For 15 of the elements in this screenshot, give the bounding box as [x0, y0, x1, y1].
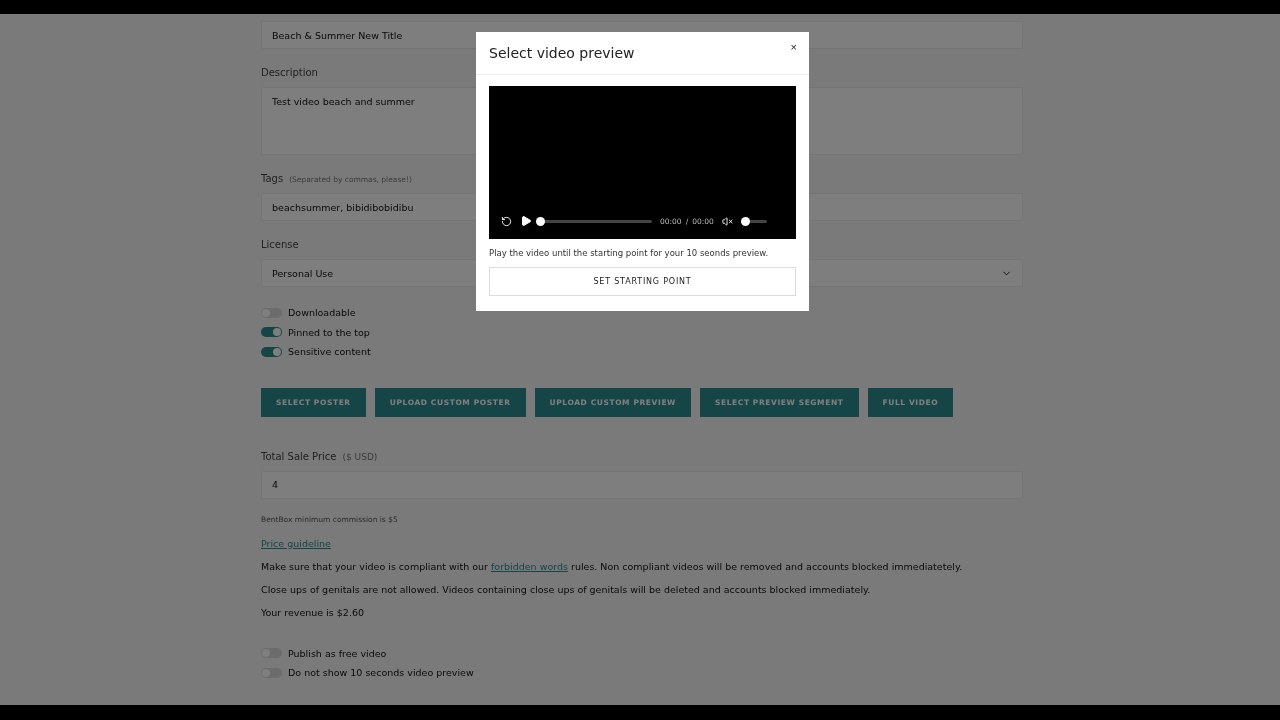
modal-title: Select video preview [489, 45, 635, 61]
instruction-text: Play the video until the starting point for your 10 seonds preview. [489, 248, 770, 258]
toggle-label: Downloadable [288, 307, 356, 319]
notice-text: Your revenue is $2.60 [261, 606, 366, 618]
field-label: Total Sale Price [261, 450, 337, 462]
unit-label: ($ USD) [342, 451, 378, 462]
notice-text: Make sure that your video is compliant with our forbidden words rules. Non compliant videos will be removed and accounts blocked immediatetely. [261, 560, 964, 572]
toggle-label: Pinned to the top [288, 326, 370, 338]
toggle-label: Publish as free video [288, 647, 387, 659]
toggle-label: Sensitive content [288, 346, 371, 358]
field-label: License [261, 239, 299, 250]
field-label: Description [261, 67, 318, 78]
toggle-label: Do not show 10 seconds video preview [288, 667, 474, 679]
notice-text: Close ups of genitals are not allowed. Videos containing close ups of genitals will be deleted and accounts blocked immediately. [261, 583, 872, 595]
field-label: Tags [261, 173, 284, 184]
